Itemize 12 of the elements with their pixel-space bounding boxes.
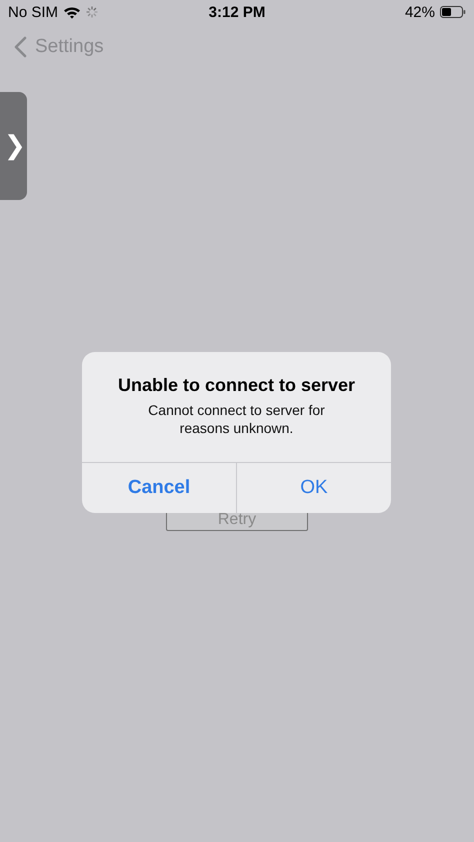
battery-icon [440, 6, 466, 18]
side-drawer-tab[interactable]: ❯ [0, 92, 27, 200]
carrier-label: No SIM [8, 4, 58, 20]
activity-spinner-icon [86, 6, 98, 18]
wifi-icon [63, 6, 82, 18]
clock-time: 3:12 PM [208, 4, 266, 20]
alert-title: Unable to connect to server [118, 375, 356, 396]
alert-message: Cannot connect to server for reasons unknown. [147, 401, 326, 437]
alert-button[interactable]: OK [236, 463, 391, 513]
battery-percentage: 42% [404, 4, 435, 20]
chevron-left-icon [14, 36, 27, 58]
back-button[interactable]: Settings [14, 36, 104, 58]
